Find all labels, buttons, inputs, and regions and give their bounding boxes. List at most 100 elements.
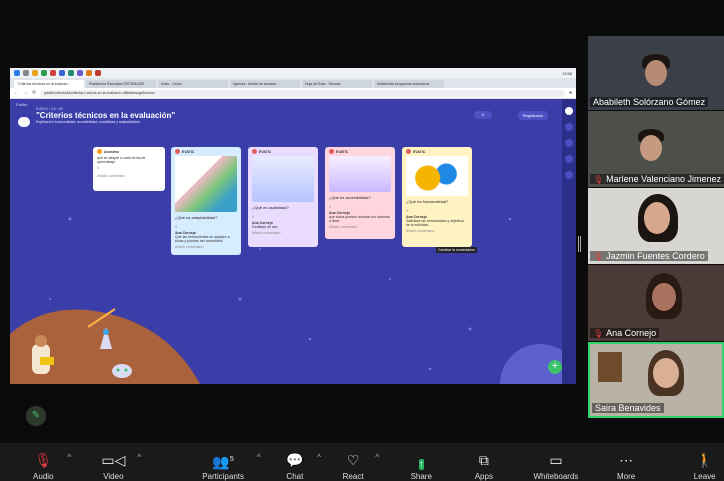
reload-icon[interactable]: ⟳	[32, 90, 36, 96]
react-options-chevron-icon[interactable]: ^	[370, 453, 384, 462]
folder-icon[interactable]	[32, 70, 38, 76]
video-button[interactable]: ▭◁ Video	[94, 443, 133, 481]
post-card[interactable]: EVATIC ¿Qué es usabilidad? 0 Ana Cornejo…	[248, 147, 318, 247]
more-button[interactable]: ⋯ More	[607, 443, 646, 481]
whiteboard-icon: ▭	[549, 452, 563, 468]
post-author: EVATIC	[336, 149, 349, 154]
forward-icon[interactable]: →	[23, 90, 28, 96]
post-author: EVATIC	[413, 149, 426, 154]
chat-button[interactable]: 💬 Chat	[278, 443, 313, 481]
participant-video	[640, 135, 662, 161]
post-header: EVATIC	[248, 147, 318, 156]
avatar	[406, 149, 411, 154]
browser-tab[interactable]: Plataforma Educativa SISTEMASEI	[86, 80, 156, 88]
app-icon[interactable]	[77, 70, 83, 76]
back-icon[interactable]: ←	[14, 90, 19, 96]
camera-icon: ▭◁	[101, 452, 126, 468]
chrome-icon[interactable]	[50, 70, 56, 76]
post-author: EVATIC	[182, 149, 195, 154]
windows-start-icon[interactable]	[14, 70, 20, 76]
shared-screen: 13:58 "Criterios técnicos en la evaluaci…	[10, 68, 576, 384]
more-icon[interactable]	[565, 171, 573, 179]
participants-button[interactable]: 👥5 Participants	[194, 443, 252, 481]
participant-tile[interactable]: 🎙 Ana Cornejo	[588, 265, 724, 341]
add-comment-link[interactable]: Añadir comentario	[402, 227, 472, 235]
board-title: "Criterios técnicos en la evaluación"	[36, 111, 176, 120]
post-card[interactable]: EVATIC ¿Qué es accesibilidad? 0 Ana Corn…	[325, 147, 395, 239]
app-icon[interactable]	[59, 70, 65, 76]
post-title: ¿Qué es accesibilidad?	[329, 195, 371, 200]
participant-video	[645, 60, 667, 86]
remake-icon[interactable]	[565, 155, 573, 163]
add-comment-link[interactable]: Añadir comentario	[93, 172, 165, 180]
add-comment-link[interactable]: Añadir comentario	[171, 243, 241, 251]
participant-name: Saira Benavides	[592, 403, 664, 413]
participant-video	[644, 202, 670, 234]
post-header: EVATIC	[171, 147, 241, 156]
app-icon[interactable]	[86, 70, 92, 76]
add-post-button[interactable]: +	[548, 360, 562, 374]
browser-tab[interactable]: Hoja de Ruta - Seudos	[302, 80, 372, 88]
board-header: EVATIC • 3 h • 80 "Criterios técnicos en…	[18, 107, 175, 124]
like-count[interactable]: 0	[402, 207, 472, 215]
post-card[interactable]: Anónimo que se adapte a cada forma de ap…	[93, 147, 165, 191]
audio-options-chevron-icon[interactable]: ^	[63, 453, 77, 462]
whiteboards-button[interactable]: ▭ Whiteboards	[525, 443, 587, 481]
browser-tab[interactable]: Inicio - Genio	[158, 80, 228, 88]
resize-handle[interactable]	[578, 236, 581, 252]
participant-tile[interactable]: Ababileth Solórzano Gómez	[588, 36, 724, 110]
participants-icon: 👥5	[212, 453, 234, 470]
like-count[interactable]: 0	[325, 203, 395, 211]
board-subtitle: Explicación funcionalidad, accesibilidad…	[36, 120, 140, 124]
apps-icon: ⧉	[478, 452, 489, 468]
settings-icon[interactable]	[565, 139, 573, 147]
browser-tab[interactable]: Multimedia programas educativos	[374, 80, 444, 88]
participant-tile[interactable]: 🎙 Jazmin Fuentes Cordero	[588, 188, 724, 264]
search-icon[interactable]	[23, 70, 29, 76]
post-header: Anónimo	[93, 147, 165, 156]
share-icon[interactable]	[565, 123, 573, 131]
like-count[interactable]: 0	[93, 164, 165, 172]
video-options-chevron-icon[interactable]: ^	[133, 453, 147, 462]
system-tray: 13:58	[562, 71, 572, 76]
url-field[interactable]: padlet.com/ea2d/criterios-t-cnicos-en-la…	[40, 89, 565, 97]
post-image	[175, 156, 237, 212]
heart-icon: ♡	[346, 452, 360, 468]
board-right-sidebar	[562, 99, 576, 384]
participant-tile[interactable]: 🎙 Marlene Valenciano Jimenez	[588, 111, 724, 187]
add-comment-link[interactable]: Añadir comentario	[325, 223, 395, 231]
like-count[interactable]: 0	[171, 223, 241, 231]
avatar[interactable]	[565, 107, 573, 115]
profile-icon[interactable]: ●	[569, 90, 572, 96]
apps-button[interactable]: ⧉ Apps	[465, 443, 504, 481]
leave-button[interactable]: 🚶 Leave	[685, 443, 724, 481]
register-button[interactable]: Registrarse	[518, 111, 548, 120]
like-count[interactable]: 0	[248, 213, 318, 221]
browser-tab[interactable]: Agenda - Month de semana	[230, 80, 300, 88]
app-icon[interactable]	[68, 70, 74, 76]
chat-options-chevron-icon[interactable]: ^	[312, 453, 326, 462]
participant-video	[652, 283, 676, 311]
os-taskbar: 13:58	[10, 68, 576, 78]
add-comment-link[interactable]: Añadir comentario	[248, 229, 318, 237]
annotate-pen-icon[interactable]: ✎	[26, 406, 46, 426]
participants-options-chevron-icon[interactable]: ^	[252, 453, 266, 462]
app-icon[interactable]	[41, 70, 47, 76]
comment-text: Que las herramientas se adapten a todas …	[175, 235, 230, 243]
post-title: ¿Qué es usabilidad?	[252, 205, 289, 210]
react-button[interactable]: ♡ React	[336, 443, 371, 481]
post-card[interactable]: EVATIC ¿Qué es adaptabilidad? 0 Ana Corn…	[171, 147, 241, 255]
share-button[interactable]: ↑ Share	[402, 443, 441, 481]
post-image	[329, 156, 391, 192]
participant-name: 🎙 Marlene Valenciano Jimenez	[590, 174, 724, 184]
app-icon[interactable]	[95, 70, 101, 76]
audio-button[interactable]: 🎙 Audio	[24, 443, 63, 481]
post-card[interactable]: EVATIC ¿Qué es funcionalidad? 0 Ana Corn…	[402, 147, 472, 247]
clock: 13:58	[561, 70, 572, 76]
background-frame	[598, 352, 622, 382]
search-icon[interactable]: ⌕	[474, 111, 492, 119]
browser-tab[interactable]: "Criterios técnicos en la evaluaci...	[14, 80, 84, 88]
participant-tile-active-speaker[interactable]: Saira Benavides	[588, 342, 724, 418]
post-header: EVATIC	[325, 147, 395, 156]
muted-mic-icon: 🎙	[34, 452, 53, 468]
